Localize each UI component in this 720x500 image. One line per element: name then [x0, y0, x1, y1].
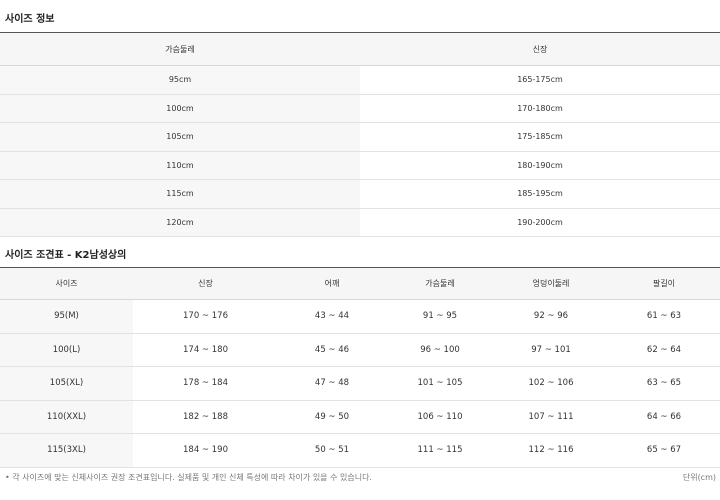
table-cell: 100(L): [0, 333, 133, 367]
table-cell: 91 ~ 95: [386, 299, 494, 334]
table-cell: 111 ~ 115: [386, 433, 494, 468]
table-cell: 64 ~ 66: [608, 400, 720, 434]
table-cell: 182 ~ 188: [133, 400, 278, 434]
footnote: • 각 사이즈에 맞는 신체사이즈 권장 조견표입니다. 실제품 및 개인 신체…: [5, 473, 372, 482]
table-header-row: 가슴둘레 신장: [0, 32, 720, 66]
column-header: 가슴둘레: [0, 32, 360, 66]
size-chart-table: 사이즈 신장 어깨 가슴둘레 엉덩이둘레 팔길이 95(M) 170 ~ 176…: [0, 267, 720, 468]
table-cell: 120cm: [0, 208, 360, 237]
table-cell: 190-200cm: [360, 208, 720, 237]
table-cell: 170 ~ 176: [133, 299, 278, 334]
table-cell: 50 ~ 51: [278, 433, 386, 468]
table-cell: 101 ~ 105: [386, 366, 494, 401]
table-cell: 62 ~ 64: [608, 333, 720, 367]
table-row: 115(3XL) 184 ~ 190 50 ~ 51 111 ~ 115 112…: [0, 433, 720, 468]
table-cell: 96 ~ 100: [386, 333, 494, 367]
table-cell: 178 ~ 184: [133, 366, 278, 401]
table-cell: 115(3XL): [0, 433, 133, 468]
table-cell: 95(M): [0, 299, 133, 334]
table-cell: 43 ~ 44: [278, 299, 386, 334]
table-row: 105cm 175-185cm: [0, 122, 720, 152]
column-header: 어깨: [278, 267, 386, 300]
table-cell: 107 ~ 111: [494, 400, 608, 434]
column-header: 팔길이: [608, 267, 720, 300]
table-cell: 110(XXL): [0, 400, 133, 434]
table-cell: 47 ~ 48: [278, 366, 386, 401]
size-chart-title: 사이즈 조견표 - K2남성상의: [5, 250, 127, 261]
unit-label: 단위(cm): [682, 473, 716, 482]
table-cell: 110cm: [0, 151, 360, 180]
table-cell: 174 ~ 180: [133, 333, 278, 367]
table-cell: 102 ~ 106: [494, 366, 608, 401]
table-cell: 100cm: [0, 94, 360, 123]
table-row: 120cm 190-200cm: [0, 208, 720, 237]
table-row: 95cm 165-175cm: [0, 65, 720, 95]
table-cell: 184 ~ 190: [133, 433, 278, 468]
table-cell: 165-175cm: [360, 65, 720, 95]
table-cell: 97 ~ 101: [494, 333, 608, 367]
table-cell: 175-185cm: [360, 122, 720, 152]
table-cell: 61 ~ 63: [608, 299, 720, 334]
column-header: 사이즈: [0, 267, 133, 300]
table-cell: 170-180cm: [360, 94, 720, 123]
column-header: 신장: [360, 32, 720, 66]
table-cell: 45 ~ 46: [278, 333, 386, 367]
table-cell: 185-195cm: [360, 179, 720, 209]
table-row: 95(M) 170 ~ 176 43 ~ 44 91 ~ 95 92 ~ 96 …: [0, 299, 720, 334]
table-row: 105(XL) 178 ~ 184 47 ~ 48 101 ~ 105 102 …: [0, 366, 720, 401]
column-header: 가슴둘레: [386, 267, 494, 300]
table-cell: 106 ~ 110: [386, 400, 494, 434]
table-row: 110cm 180-190cm: [0, 151, 720, 180]
size-info-table: 가슴둘레 신장 95cm 165-175cm 100cm 170-180cm 1…: [0, 32, 720, 237]
table-cell: 105cm: [0, 122, 360, 152]
table-cell: 115cm: [0, 179, 360, 209]
table-cell: 180-190cm: [360, 151, 720, 180]
table-cell: 92 ~ 96: [494, 299, 608, 334]
size-info-title: 사이즈 정보: [5, 14, 55, 25]
table-row: 115cm 185-195cm: [0, 179, 720, 209]
table-header-row: 사이즈 신장 어깨 가슴둘레 엉덩이둘레 팔길이: [0, 267, 720, 300]
table-cell: 95cm: [0, 65, 360, 95]
column-header: 엉덩이둘레: [494, 267, 608, 300]
table-row: 100cm 170-180cm: [0, 94, 720, 123]
table-cell: 49 ~ 50: [278, 400, 386, 434]
table-cell: 65 ~ 67: [608, 433, 720, 468]
table-row: 100(L) 174 ~ 180 45 ~ 46 96 ~ 100 97 ~ 1…: [0, 333, 720, 367]
table-cell: 112 ~ 116: [494, 433, 608, 468]
table-cell: 105(XL): [0, 366, 133, 401]
table-row: 110(XXL) 182 ~ 188 49 ~ 50 106 ~ 110 107…: [0, 400, 720, 434]
column-header: 신장: [133, 267, 278, 300]
table-cell: 63 ~ 65: [608, 366, 720, 401]
